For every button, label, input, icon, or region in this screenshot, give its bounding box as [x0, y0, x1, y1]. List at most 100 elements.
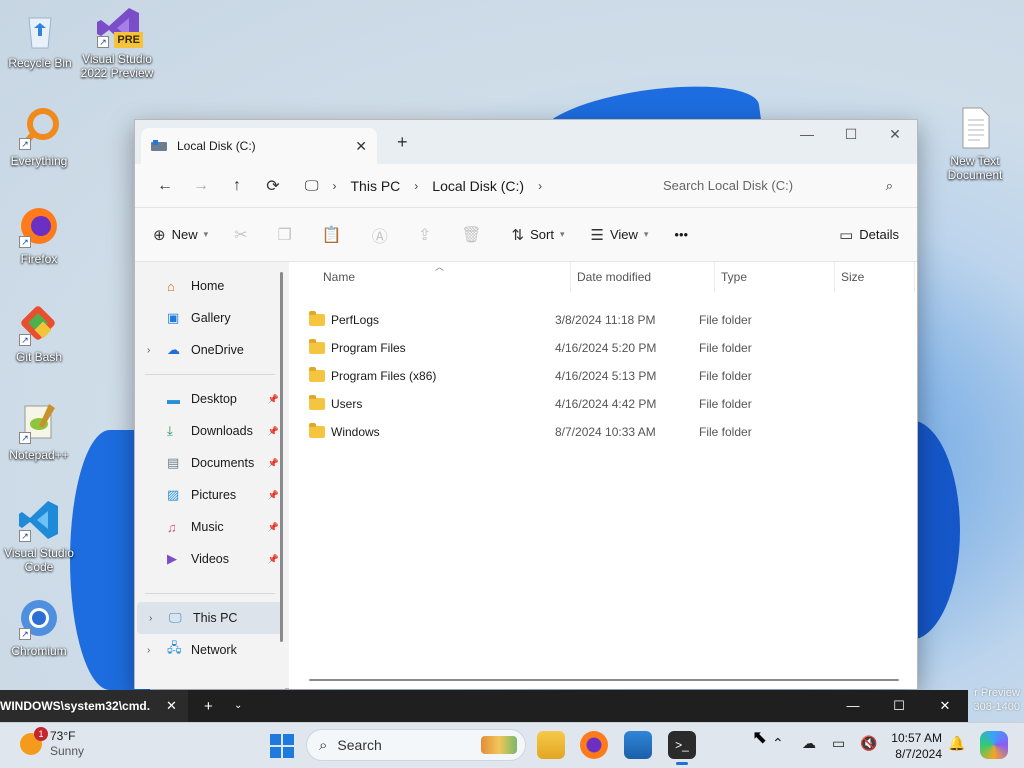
breadcrumb[interactable]: 🖵 › This PC › Local Disk (C:) › [305, 177, 556, 194]
maximize-icon[interactable]: ☐ [831, 126, 871, 143]
sidebar-item-this-pc[interactable]: › 🖵 This PC [137, 602, 283, 634]
view-button[interactable]: ☰ View ▾ [590, 226, 648, 244]
pin-icon[interactable]: 📌 [268, 458, 279, 469]
close-window-icon[interactable]: ✕ [930, 698, 960, 714]
sidebar-item-label: OneDrive [191, 343, 244, 357]
desktop-icon-firefox[interactable]: ↗ Firefox [1, 204, 77, 266]
sidebar-item-videos[interactable]: ▶ Videos 📌 [135, 543, 285, 575]
chevron-right-icon[interactable]: › [538, 179, 542, 193]
pin-icon[interactable]: 📌 [268, 522, 279, 533]
desktop-icon-new-text-document[interactable]: New Text Document [937, 106, 1013, 182]
file-explorer-taskbar-icon[interactable] [537, 731, 565, 759]
sidebar-item-downloads[interactable]: ⤓ Downloads 📌 [135, 415, 285, 447]
notification-bell-icon[interactable]: 🔔 [948, 735, 965, 752]
desktop-icon-visual-studio[interactable]: PRE ↗ Visual Studio 2022 Preview [79, 4, 155, 80]
minimize-icon[interactable]: — [838, 698, 868, 713]
watermark-line: r Preview [974, 687, 1020, 699]
forward-arrow-icon[interactable]: → [183, 177, 219, 195]
column-header-date[interactable]: Date modified [571, 262, 715, 292]
copilot-icon[interactable] [980, 731, 1008, 759]
terminal-taskbar-icon[interactable]: >_ [668, 731, 696, 765]
pin-icon[interactable]: 📌 [268, 490, 279, 501]
onedrive-offline-icon[interactable]: ☁ [802, 735, 816, 752]
notification-badge: 1 [34, 727, 48, 741]
new-tab-button[interactable]: + [204, 698, 213, 715]
share-icon[interactable]: ⇪ [418, 225, 431, 245]
sidebar-item-gallery[interactable]: ▣ Gallery [135, 302, 285, 334]
tab-cmd[interactable]: WINDOWS\system32\cmd. ✕ [0, 690, 188, 722]
chevron-right-icon[interactable]: › [333, 179, 337, 193]
desktop-icon-vscode[interactable]: ↗ Visual Studio Code [1, 498, 77, 574]
pin-icon[interactable]: 📌 [268, 426, 279, 437]
chevron-down-icon[interactable]: ⌄ [234, 700, 242, 711]
copy-icon[interactable]: ❐ [278, 225, 292, 245]
desktop-icon-git-bash[interactable]: ↗ Git Bash [1, 302, 77, 364]
column-header-size[interactable]: Size [835, 262, 915, 292]
close-tab-icon[interactable]: ✕ [166, 698, 177, 714]
display-icon[interactable]: ▭ [832, 735, 845, 752]
cut-icon[interactable]: ✂ [234, 225, 247, 245]
sidebar-item-pictures[interactable]: ▨ Pictures 📌 [135, 479, 285, 511]
chevron-right-icon[interactable]: › [147, 645, 150, 656]
taskbar-search[interactable]: ⌕ Search [306, 729, 526, 761]
videos-icon: ▶ [167, 551, 177, 566]
breadcrumb-local-disk[interactable]: Local Disk (C:) [432, 178, 524, 194]
tab-local-disk[interactable]: Local Disk (C:) ✕ [141, 128, 377, 164]
desktop-icon-chromium[interactable]: ↗ Chromium [1, 596, 77, 658]
search-icon: ⌕ [319, 736, 328, 754]
breadcrumb-this-pc[interactable]: This PC [351, 178, 401, 194]
rename-icon[interactable]: Ⓐ [372, 223, 388, 247]
pin-icon[interactable]: 📌 [268, 554, 279, 565]
nav-scrollbar[interactable] [280, 272, 283, 642]
chevron-right-icon[interactable]: › [414, 179, 418, 193]
start-button[interactable] [270, 734, 294, 758]
close-window-icon[interactable]: ✕ [875, 126, 915, 143]
new-tab-button[interactable]: + [397, 132, 408, 153]
column-header-type[interactable]: Type [715, 262, 835, 292]
sidebar-item-music[interactable]: ♫ Music 📌 [135, 511, 285, 543]
details-button[interactable]: ▭ Details [839, 226, 899, 244]
task-manager-taskbar-icon[interactable] [624, 731, 652, 759]
more-options-button[interactable]: ••• [674, 227, 688, 242]
folder-icon [309, 339, 325, 354]
up-arrow-icon[interactable]: ↑ [219, 177, 255, 195]
sidebar-item-label: This PC [193, 611, 238, 625]
refresh-icon[interactable]: ⟳ [255, 176, 291, 196]
delete-icon[interactable]: 🗑 [461, 225, 481, 245]
horizontal-scrollbar[interactable] [309, 679, 899, 681]
maximize-icon[interactable]: ☐ [884, 698, 914, 714]
chevron-up-icon[interactable]: ⌃ [772, 735, 784, 752]
clock[interactable]: 10:57 AM 8/7/2024 [886, 730, 942, 762]
desktop-icon-recycle-bin[interactable]: Recycle Bin [2, 8, 78, 70]
minimize-icon[interactable]: — [787, 126, 827, 142]
firefox-taskbar-icon[interactable] [580, 731, 608, 759]
table-row[interactable]: Windows 8/7/2024 10:33 AM File folder [289, 418, 917, 446]
title-bar: Local Disk (C:) ✕ + — ☐ ✕ [135, 120, 917, 164]
pin-icon[interactable]: 📌 [268, 394, 279, 405]
table-row[interactable]: Program Files (x86) 4/16/2024 5:13 PM Fi… [289, 362, 917, 390]
search-input[interactable]: Search Local Disk (C:) ⌕ [651, 170, 905, 202]
desktop-icon-everything[interactable]: ↗ Everything [1, 106, 77, 168]
sidebar-item-documents[interactable]: ▤ Documents 📌 [135, 447, 285, 479]
column-header-name[interactable]: Name [323, 262, 571, 292]
table-row[interactable]: Program Files 4/16/2024 5:20 PM File fol… [289, 334, 917, 362]
row-date: 4/16/2024 5:13 PM [555, 369, 657, 383]
new-button[interactable]: ⊕ New ▾ [153, 226, 208, 244]
back-arrow-icon[interactable]: ← [147, 177, 183, 195]
notepad-plus-plus-icon: ↗ [17, 400, 61, 444]
desktop-icon-notepad-plus-plus[interactable]: ↗ Notepad++ [1, 400, 77, 462]
sidebar-item-network[interactable]: › 🖧 Network [135, 634, 285, 666]
paste-icon[interactable]: 📋 [322, 225, 342, 245]
table-row[interactable]: Users 4/16/2024 4:42 PM File folder [289, 390, 917, 418]
weather-widget[interactable]: 1 73°F Sunny [20, 727, 84, 759]
close-tab-icon[interactable]: ✕ [355, 138, 367, 155]
sidebar-item-home[interactable]: ⌂ Home [135, 270, 285, 302]
chevron-right-icon[interactable]: › [147, 345, 150, 356]
sort-button[interactable]: ⇅ Sort ▾ [512, 226, 565, 244]
sidebar-item-onedrive[interactable]: › ☁ OneDrive [135, 334, 285, 366]
chevron-right-icon[interactable]: › [149, 613, 152, 624]
desktop-icon-label: Visual Studio Code [4, 546, 74, 574]
table-row[interactable]: PerfLogs 3/8/2024 11:18 PM File folder [289, 306, 917, 334]
volume-muted-icon[interactable]: 🔇 [860, 735, 877, 752]
sidebar-item-desktop[interactable]: ▬ Desktop 📌 [135, 383, 285, 415]
